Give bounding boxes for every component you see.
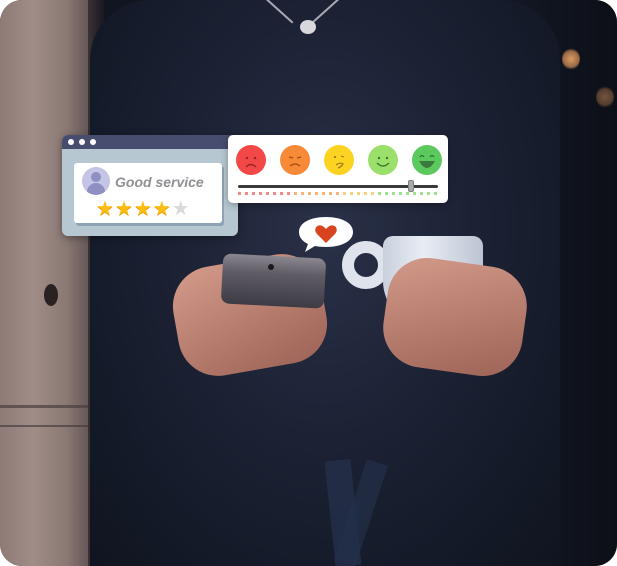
face-very-happy-icon[interactable] xyxy=(412,145,442,175)
star-empty-icon[interactable]: ★ xyxy=(172,199,190,219)
bokeh-light xyxy=(562,48,580,70)
necklace-pendant xyxy=(300,20,316,34)
window-dot-icon xyxy=(79,139,85,145)
rating-slider-thumb[interactable] xyxy=(408,180,414,192)
bokeh-light xyxy=(596,86,614,108)
window-dot-icon xyxy=(68,139,74,145)
review-title: Good service xyxy=(115,174,204,190)
star-rating: ★ ★ ★ ★ ★ xyxy=(96,199,190,219)
star-filled-icon[interactable]: ★ xyxy=(153,199,171,219)
review-card: Good service ★ ★ ★ ★ ★ xyxy=(74,163,222,223)
mood-faces xyxy=(236,145,442,175)
star-filled-icon[interactable]: ★ xyxy=(96,199,114,219)
stone-wall xyxy=(0,0,95,566)
star-filled-icon[interactable]: ★ xyxy=(115,199,133,219)
star-filled-icon[interactable]: ★ xyxy=(134,199,152,219)
face-very-unhappy-icon[interactable] xyxy=(236,145,266,175)
wall-seam xyxy=(0,405,95,408)
user-icon xyxy=(82,167,110,195)
wall-hole xyxy=(44,284,58,306)
phone-camera xyxy=(268,264,274,270)
window-titlebar xyxy=(62,135,238,149)
face-happy-icon[interactable] xyxy=(368,145,398,175)
mood-rating-widget xyxy=(228,135,448,203)
window-dot-icon xyxy=(90,139,96,145)
hero-image: Good service ★ ★ ★ ★ ★ xyxy=(0,0,617,566)
face-unhappy-icon[interactable] xyxy=(280,145,310,175)
smartphone xyxy=(220,253,327,309)
review-widget: Good service ★ ★ ★ ★ ★ xyxy=(62,135,238,236)
face-neutral-icon[interactable] xyxy=(324,145,354,175)
heart-speech-bubble xyxy=(299,217,353,252)
wall-seam xyxy=(0,425,95,427)
